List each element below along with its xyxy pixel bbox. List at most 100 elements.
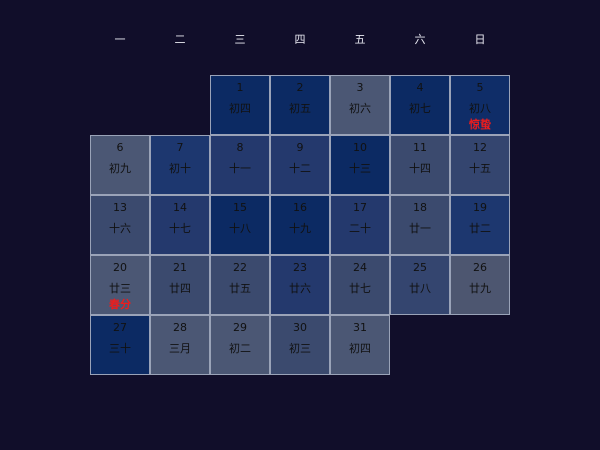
day-number: 8: [236, 141, 244, 154]
day-number: 6: [116, 141, 124, 154]
lunar-date: 廿一: [409, 222, 431, 235]
day-cell-3[interactable]: 3 初六: [330, 75, 390, 135]
day-cell-6[interactable]: 6 初九: [90, 135, 150, 195]
day-cell-17[interactable]: 17 二十: [330, 195, 390, 255]
day-cell-22[interactable]: 22 廿五: [210, 255, 270, 315]
day-number: 22: [233, 261, 247, 274]
day-number: 30: [293, 321, 307, 334]
lunar-date: 二十: [349, 222, 371, 235]
lunar-date: 廿九: [469, 282, 491, 295]
lunar-date: 廿七: [349, 282, 371, 295]
day-number: 7: [176, 141, 184, 154]
day-cell-27[interactable]: 27 三十: [90, 315, 150, 375]
lunar-date: 初五: [289, 102, 311, 115]
day-cell-19[interactable]: 19 廿二: [450, 195, 510, 255]
lunar-date: 初三: [289, 342, 311, 355]
lunar-date: 廿二: [469, 222, 491, 235]
lunar-date: 三月: [169, 342, 191, 355]
weekday-sat: 六: [414, 33, 426, 46]
day-number: 21: [173, 261, 187, 274]
day-number: 5: [476, 81, 484, 94]
lunar-date: 十三: [349, 162, 371, 175]
day-cell-4[interactable]: 4 初七: [390, 75, 450, 135]
lunar-date: 十六: [109, 222, 131, 235]
lunar-date: 廿三: [109, 282, 131, 295]
lunar-date: 廿八: [409, 282, 431, 295]
weekday-wed: 三: [234, 33, 246, 46]
day-cell-30[interactable]: 30 初三: [270, 315, 330, 375]
day-number: 23: [293, 261, 307, 274]
day-number: 16: [293, 201, 307, 214]
lunar-date: 初六: [349, 102, 371, 115]
day-cell-12[interactable]: 12 十五: [450, 135, 510, 195]
lunar-date: 十一: [229, 162, 251, 175]
lunar-date: 初四: [349, 342, 371, 355]
day-cell-15[interactable]: 15 十八: [210, 195, 270, 255]
lunar-date: 初十: [169, 162, 191, 175]
lunar-date: 初八: [469, 102, 491, 115]
weekday-thu: 四: [294, 33, 306, 46]
lunar-date: 初九: [109, 162, 131, 175]
day-cell-13[interactable]: 13 十六: [90, 195, 150, 255]
day-cell-29[interactable]: 29 初二: [210, 315, 270, 375]
day-cell-16[interactable]: 16 十九: [270, 195, 330, 255]
day-cell-21[interactable]: 21 廿四: [150, 255, 210, 315]
day-number: 4: [416, 81, 424, 94]
day-cell-8[interactable]: 8 十一: [210, 135, 270, 195]
calendar-grid: 1 初四 2 初五 3 初六 4 初七 5 初八 惊蛰 6 初九 7 初十 8 十一 9 十二 10 十三 11 十四 12 十…: [90, 75, 510, 375]
day-cell-26[interactable]: 26 廿九: [450, 255, 510, 315]
lunar-date: 十五: [469, 162, 491, 175]
day-number: 13: [113, 201, 127, 214]
day-cell-28[interactable]: 28 三月: [150, 315, 210, 375]
day-number: 25: [413, 261, 427, 274]
weekday-tue: 二: [174, 33, 186, 46]
day-number: 2: [296, 81, 304, 94]
day-number: 31: [353, 321, 367, 334]
day-number: 18: [413, 201, 427, 214]
weekday-mon: 一: [114, 33, 126, 46]
day-cell-18[interactable]: 18 廿一: [390, 195, 450, 255]
lunar-date: 初二: [229, 342, 251, 355]
day-cell-23[interactable]: 23 廿六: [270, 255, 330, 315]
day-number: 12: [473, 141, 487, 154]
day-cell-25[interactable]: 25 廿八: [390, 255, 450, 315]
lunar-date: 三十: [109, 342, 131, 355]
weekday-header: 一 二 三 四 五 六 日: [90, 30, 510, 50]
day-cell-20[interactable]: 20 廿三 春分: [90, 255, 150, 315]
day-cell-31[interactable]: 31 初四: [330, 315, 390, 375]
day-cell-24[interactable]: 24 廿七: [330, 255, 390, 315]
day-cell-11[interactable]: 11 十四: [390, 135, 450, 195]
lunar-date: 廿五: [229, 282, 251, 295]
empty-cell: [150, 75, 210, 135]
day-cell-7[interactable]: 7 初十: [150, 135, 210, 195]
day-number: 17: [353, 201, 367, 214]
lunar-date: 初四: [229, 102, 251, 115]
day-number: 29: [233, 321, 247, 334]
day-number: 9: [296, 141, 304, 154]
day-cell-14[interactable]: 14 十七: [150, 195, 210, 255]
day-number: 11: [413, 141, 427, 154]
day-cell-10[interactable]: 10 十三: [330, 135, 390, 195]
empty-cell: [90, 75, 150, 135]
day-number: 24: [353, 261, 367, 274]
day-number: 15: [233, 201, 247, 214]
lunar-date: 廿六: [289, 282, 311, 295]
weekday-fri: 五: [354, 33, 366, 46]
day-number: 28: [173, 321, 187, 334]
solar-term-label: 春分: [109, 298, 131, 311]
lunar-date: 十七: [169, 222, 191, 235]
lunar-date: 十二: [289, 162, 311, 175]
day-number: 3: [356, 81, 364, 94]
lunar-date: 廿四: [169, 282, 191, 295]
lunar-date: 十九: [289, 222, 311, 235]
day-cell-9[interactable]: 9 十二: [270, 135, 330, 195]
day-cell-1[interactable]: 1 初四: [210, 75, 270, 135]
lunar-date: 初七: [409, 102, 431, 115]
day-number: 1: [236, 81, 244, 94]
day-number: 19: [473, 201, 487, 214]
day-number: 27: [113, 321, 127, 334]
solar-term-label: 惊蛰: [469, 118, 491, 131]
day-cell-2[interactable]: 2 初五: [270, 75, 330, 135]
day-cell-5[interactable]: 5 初八惊蛰: [450, 75, 510, 135]
day-number: 26: [473, 261, 487, 274]
